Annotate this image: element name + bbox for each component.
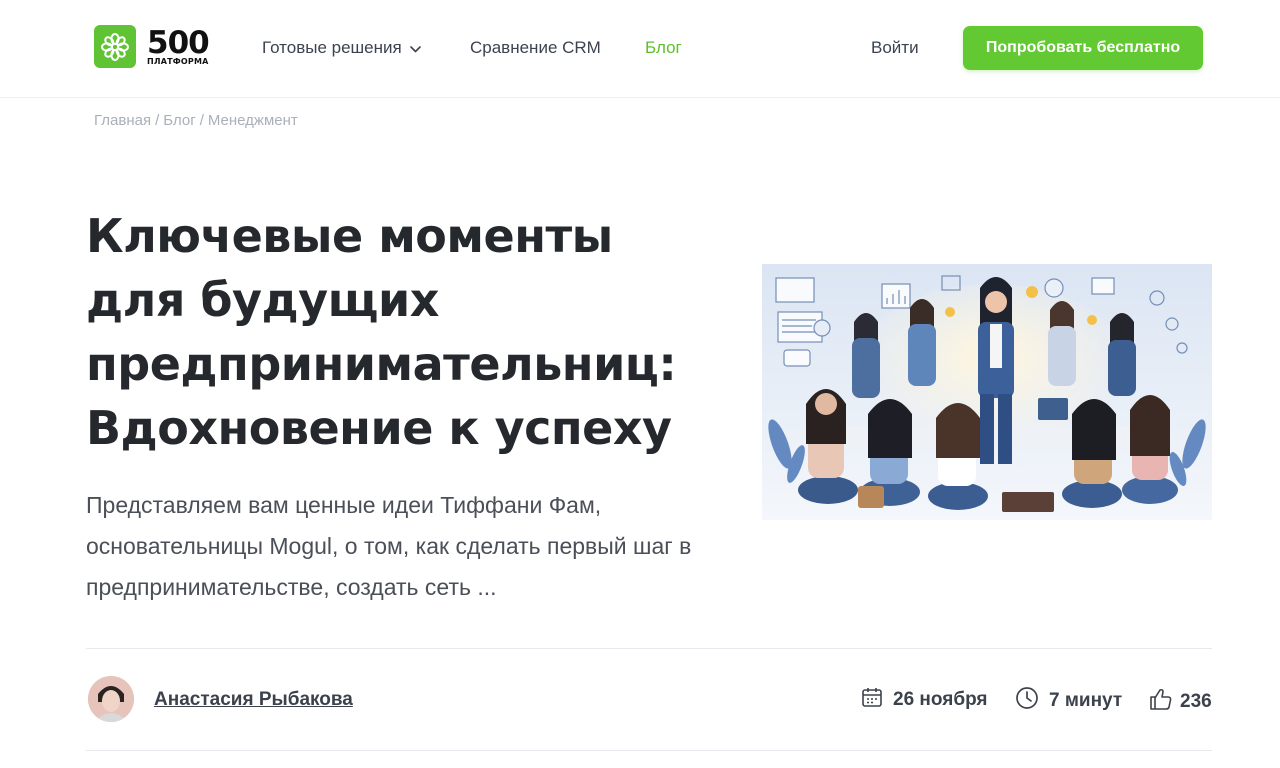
- nav-item-crm-comparison[interactable]: Сравнение CRM: [470, 38, 601, 58]
- breadcrumb-separator: /: [199, 112, 204, 129]
- publish-date-text: 26 ноября: [893, 689, 988, 710]
- article-lead: Представляем вам ценные идеи Тиффани Фам…: [86, 492, 692, 600]
- meta-divider-top: [86, 648, 1212, 649]
- login-link[interactable]: Войти: [871, 38, 919, 58]
- nav-item-blog[interactable]: Блог: [645, 38, 682, 58]
- likes-count: 236: [1180, 691, 1212, 712]
- article-hero-image: [762, 264, 1212, 520]
- avatar[interactable]: [88, 676, 134, 722]
- likes[interactable]: 236: [1148, 686, 1212, 718]
- try-free-button[interactable]: Попробовать бесплатно: [963, 26, 1203, 70]
- flower-logo-icon: [94, 25, 136, 68]
- calendar-icon: [861, 686, 893, 714]
- breadcrumb: Главная / Блог / Менеджмент: [94, 112, 298, 129]
- meta-divider-bottom: [86, 750, 1212, 751]
- nav-item-label: Блог: [645, 38, 682, 57]
- breadcrumb-blog[interactable]: Блог: [163, 112, 195, 129]
- chevron-down-icon: [409, 38, 421, 58]
- logo-wordmark: 500 ПЛАТФОРМА: [147, 24, 210, 66]
- clock-icon: [1015, 686, 1049, 716]
- publish-date: 26 ноября: [861, 686, 988, 714]
- logo[interactable]: 500 ПЛАТФОРМА: [94, 24, 210, 68]
- thumbs-up-icon[interactable]: [1148, 686, 1184, 718]
- article-title: Ключевые моменты для будущих предпринима…: [86, 204, 746, 460]
- logo-number: 500: [147, 24, 210, 61]
- article-title-line: предпринимательниц:: [86, 337, 677, 391]
- breadcrumb-management[interactable]: Менеджмент: [208, 112, 298, 129]
- logo-subtitle: ПЛАТФОРМА: [147, 56, 209, 66]
- breadcrumb-home[interactable]: Главная: [94, 112, 151, 129]
- article-title-line: Ключевые моменты: [86, 209, 613, 263]
- article-title-line: Вдохновение к успеху: [86, 401, 672, 455]
- breadcrumb-separator: /: [155, 112, 160, 129]
- read-time: 7 минут: [1015, 686, 1122, 716]
- author-name[interactable]: Анастасия Рыбакова: [154, 689, 353, 711]
- site-header: 500 ПЛАТФОРМА Готовые решения Сравнение …: [0, 0, 1280, 98]
- read-time-text: 7 минут: [1049, 690, 1123, 711]
- nav-item-label: Готовые решения: [262, 38, 402, 57]
- nav-item-label: Сравнение CRM: [470, 38, 601, 57]
- nav-item-ready-solutions[interactable]: Готовые решения: [262, 38, 421, 58]
- article-title-line: для будущих: [86, 273, 439, 327]
